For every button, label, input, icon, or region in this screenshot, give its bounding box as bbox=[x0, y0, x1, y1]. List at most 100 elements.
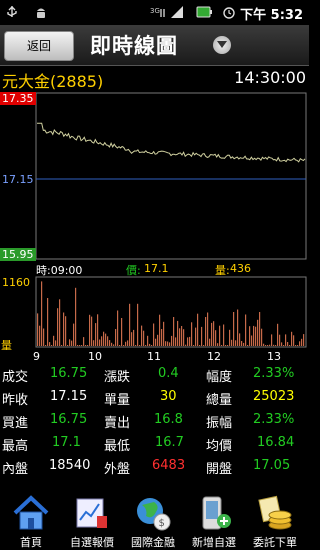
bottom-nav: 首頁 自選報價 $ 國際金融 新增自選 委託下單 bbox=[0, 492, 309, 550]
volume-bar bbox=[159, 314, 161, 346]
volume-bar bbox=[165, 341, 167, 346]
volume-bar bbox=[211, 322, 213, 346]
volume-bar bbox=[277, 323, 279, 346]
back-button[interactable]: 返回 bbox=[4, 31, 74, 61]
volume-bar bbox=[199, 345, 201, 346]
volume-bar bbox=[65, 316, 67, 346]
quote-label-high: 最高 bbox=[2, 439, 29, 454]
volume-bar bbox=[251, 335, 253, 346]
cursor-price-value: 17.1 bbox=[144, 262, 169, 275]
volume-bar bbox=[205, 317, 207, 346]
volume-bar bbox=[137, 303, 139, 346]
volume-bar bbox=[177, 320, 179, 346]
volume-bar bbox=[113, 344, 115, 346]
nav-watchlist[interactable]: 自選報價 bbox=[61, 492, 121, 550]
volume-bar bbox=[67, 345, 69, 346]
volume-bar bbox=[289, 345, 291, 346]
volume-bar bbox=[231, 339, 233, 346]
cursor-volume-value: 436 bbox=[230, 262, 251, 275]
volume-bar bbox=[267, 345, 269, 346]
quote-row: 昨收 17.15 單量 30 總量 25023 bbox=[0, 389, 309, 409]
nav-add-watchlist[interactable]: 新增自選 bbox=[183, 492, 243, 550]
volume-bar bbox=[253, 325, 255, 346]
volume-bar bbox=[299, 341, 301, 346]
volume-bar bbox=[301, 338, 303, 346]
quote-label-change: 漲跌 bbox=[104, 370, 131, 385]
volume-bar bbox=[233, 312, 235, 346]
quote-label-ask: 賣出 bbox=[104, 416, 131, 431]
price-chart-frame bbox=[35, 92, 307, 260]
volume-bar bbox=[241, 341, 243, 346]
volume-bar bbox=[71, 340, 73, 346]
quote-row: 最高 17.1 最低 16.7 均價 16.84 bbox=[0, 435, 309, 455]
volume-bar bbox=[101, 336, 103, 346]
volume-bar bbox=[139, 345, 141, 346]
volume-bar bbox=[179, 328, 181, 346]
quote-value-change: 0.4 bbox=[158, 366, 179, 381]
quote-value-bid: 16.75 bbox=[50, 412, 88, 427]
volume-bar bbox=[275, 345, 277, 346]
volume-bar bbox=[123, 345, 125, 346]
quote-label-inner: 內盤 bbox=[2, 462, 29, 477]
nav-add-watchlist-label: 新增自選 bbox=[192, 536, 236, 549]
stock-name: 元大金(2885) bbox=[2, 72, 104, 91]
volume-bar bbox=[259, 312, 261, 346]
volume-bar bbox=[221, 345, 223, 346]
quote-label-low: 最低 bbox=[104, 439, 131, 454]
signal-icon bbox=[171, 6, 183, 18]
volume-bar bbox=[265, 345, 267, 346]
volume-bar bbox=[83, 337, 85, 346]
volume-bar bbox=[155, 338, 157, 346]
volume-bar bbox=[181, 326, 183, 346]
x-tick-13: 13 bbox=[267, 350, 281, 363]
volume-bar bbox=[57, 308, 59, 346]
volume-bar bbox=[161, 329, 163, 346]
volume-bar bbox=[183, 329, 185, 346]
volume-bar bbox=[257, 319, 259, 346]
volume-bar bbox=[49, 342, 51, 346]
header-bar: 返回 即時線圖 bbox=[0, 25, 309, 66]
volume-bar bbox=[215, 330, 217, 346]
cursor-info-row: 時:09:00 價: 17.1 量: 436 bbox=[0, 262, 309, 277]
nav-intl-finance[interactable]: $ 國際金融 bbox=[122, 492, 182, 550]
x-tick-12: 12 bbox=[207, 350, 221, 363]
volume-bar bbox=[261, 328, 263, 346]
quote-value-open: 17.05 bbox=[253, 458, 291, 473]
volume-bar bbox=[105, 333, 107, 346]
status-time: 下午 5:32 bbox=[240, 8, 303, 23]
nav-place-order[interactable]: 委託下單 bbox=[244, 492, 304, 550]
volume-bar bbox=[203, 345, 205, 346]
volume-bar bbox=[293, 335, 295, 346]
volume-bar bbox=[99, 339, 101, 346]
volume-bar bbox=[297, 345, 299, 346]
svg-text:3G: 3G bbox=[150, 7, 160, 15]
volume-bar bbox=[175, 337, 177, 346]
price-chart-canvas bbox=[35, 92, 307, 260]
volume-bar bbox=[39, 325, 41, 346]
volume-bar bbox=[249, 326, 251, 346]
x-tick-11: 11 bbox=[147, 350, 161, 363]
nav-home[interactable]: 首頁 bbox=[0, 492, 60, 550]
quote-value-tick-vol: 30 bbox=[160, 389, 177, 404]
quote-value-ask: 16.8 bbox=[154, 412, 183, 427]
volume-bar bbox=[37, 313, 39, 346]
volume-bar bbox=[109, 340, 111, 346]
volume-bar bbox=[191, 322, 193, 346]
volume-bar bbox=[77, 345, 79, 346]
x-tick-10: 10 bbox=[88, 350, 102, 363]
quote-row: 內盤 18540 外盤 6483 開盤 17.05 bbox=[0, 458, 309, 478]
battery-icon bbox=[196, 6, 212, 18]
nav-watchlist-label: 自選報價 bbox=[70, 536, 114, 549]
volume-bar bbox=[111, 342, 113, 346]
volume-bar bbox=[63, 312, 65, 346]
watchlist-chart-icon bbox=[76, 498, 107, 528]
volume-bar bbox=[173, 317, 175, 346]
volume-bar bbox=[129, 303, 131, 346]
volume-bar bbox=[207, 312, 209, 346]
title-dropdown-button[interactable] bbox=[213, 36, 231, 54]
volume-bar bbox=[121, 318, 123, 346]
chevron-down-icon bbox=[217, 41, 227, 48]
android-debug-icon bbox=[37, 8, 45, 18]
svg-text:$: $ bbox=[159, 518, 165, 529]
globe-finance-icon: $ bbox=[137, 498, 171, 531]
